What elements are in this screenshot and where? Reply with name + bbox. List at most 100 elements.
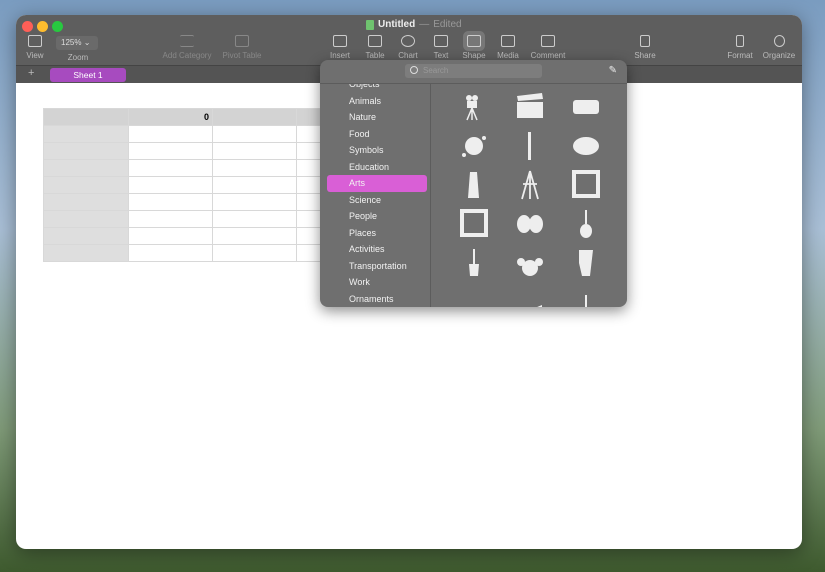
table-cell[interactable]	[212, 176, 297, 194]
label: Organize	[762, 51, 796, 60]
label: Share	[634, 51, 656, 60]
minimize-button[interactable]	[37, 21, 48, 32]
organize-button[interactable]: Organize	[754, 35, 802, 60]
sidebar-icon	[28, 35, 42, 47]
category-item[interactable]: Places	[327, 225, 427, 242]
table-cell[interactable]	[128, 193, 213, 211]
table-cell[interactable]	[212, 142, 297, 160]
category-item[interactable]: Animals	[327, 93, 427, 110]
shape-item[interactable]	[446, 168, 502, 202]
table-cell[interactable]	[128, 125, 213, 143]
category-item[interactable]: Symbols	[327, 142, 427, 159]
row-header[interactable]	[43, 210, 129, 228]
shape-search-input[interactable]: Search	[405, 64, 542, 78]
table-cell[interactable]	[128, 210, 213, 228]
pivot-table-button[interactable]: Pivot Table	[217, 35, 267, 60]
category-item[interactable]: Nature	[327, 109, 427, 126]
shape-item[interactable]	[558, 129, 614, 163]
row-header[interactable]	[43, 227, 129, 245]
shape-item[interactable]	[558, 246, 614, 280]
shape-item[interactable]	[446, 246, 502, 280]
list-icon	[180, 35, 194, 47]
shape-item[interactable]	[502, 90, 558, 124]
theater-masks-icon	[516, 215, 543, 233]
shape-item[interactable]	[558, 285, 614, 307]
shape-item[interactable]	[558, 168, 614, 202]
table-cell[interactable]	[128, 176, 213, 194]
share-icon	[640, 35, 650, 47]
shape-item[interactable]	[446, 129, 502, 163]
category-item[interactable]: Food	[327, 126, 427, 143]
comment-icon	[541, 35, 555, 47]
piano-keyboard-icon	[460, 287, 488, 307]
shape-item[interactable]	[558, 207, 614, 241]
column-header[interactable]	[212, 108, 297, 126]
category-item[interactable]: Transportation	[327, 258, 427, 275]
row-header[interactable]	[43, 125, 129, 143]
zoom-window-button[interactable]	[52, 21, 63, 32]
column-header[interactable]: 0	[128, 108, 213, 126]
sheet-tab[interactable]: Sheet 1	[50, 68, 126, 82]
search-icon	[410, 66, 418, 74]
shape-item[interactable]	[446, 285, 502, 307]
table-cell[interactable]	[212, 244, 297, 262]
shape-item[interactable]	[502, 246, 558, 280]
shape-item[interactable]	[502, 129, 558, 163]
table-cell[interactable]	[128, 159, 213, 177]
shape-grid	[432, 84, 627, 307]
category-item[interactable]: Activities	[327, 241, 427, 258]
electric-guitar-icon	[468, 249, 479, 276]
add-category-button[interactable]: Add Category	[162, 35, 212, 60]
row-header[interactable]	[43, 142, 129, 160]
share-button[interactable]: Share	[620, 35, 670, 60]
add-sheet-button[interactable]: +	[28, 67, 34, 79]
window-title: Untitled — Edited	[366, 19, 462, 30]
category-item[interactable]: Work	[327, 274, 427, 291]
label: Comment	[530, 51, 566, 60]
shape-item[interactable]	[446, 207, 502, 241]
close-button[interactable]	[22, 21, 33, 32]
table-cell[interactable]	[212, 159, 297, 177]
label: Table	[365, 51, 385, 60]
label: Format	[727, 51, 753, 60]
table-cell[interactable]	[212, 193, 297, 211]
category-item[interactable]: Science	[327, 192, 427, 209]
column-header[interactable]	[43, 108, 129, 126]
picture-frame-ornate-icon	[459, 209, 488, 237]
row-header[interactable]	[43, 244, 129, 262]
shape-item[interactable]	[446, 90, 502, 124]
table-cell[interactable]	[212, 227, 297, 245]
category-item[interactable]: People	[327, 208, 427, 225]
table-cell[interactable]	[212, 210, 297, 228]
shape-item[interactable]	[502, 285, 558, 307]
chart-icon	[401, 35, 415, 47]
category-item[interactable]: Education	[327, 159, 427, 176]
palette-icon	[572, 137, 599, 155]
row-header[interactable]	[43, 159, 129, 177]
grand-piano-icon	[536, 305, 542, 307]
category-item[interactable]: Arts	[327, 175, 427, 192]
shape-item[interactable]	[502, 168, 558, 202]
table-cell[interactable]	[128, 142, 213, 160]
zoom-select[interactable]: 125% ⌄	[56, 36, 98, 50]
comment-button[interactable]: Comment	[523, 35, 573, 60]
table-cell[interactable]	[212, 125, 297, 143]
category-item[interactable]: Objects	[327, 84, 427, 93]
table-cell[interactable]	[128, 227, 213, 245]
zoom-value: 125%	[61, 38, 82, 47]
draw-pen-icon[interactable]: ✎	[609, 65, 617, 76]
shape-item[interactable]	[502, 207, 558, 241]
row-header[interactable]	[43, 176, 129, 194]
shape-item[interactable]	[558, 90, 614, 124]
shapes-popover: Search ✎ Objects Animals Nature Food Symbols…	[320, 60, 627, 307]
shape-category-list[interactable]: Objects Animals Nature Food Symbols Education…	[320, 84, 431, 307]
label: Chart	[398, 51, 418, 60]
table-cell[interactable]	[128, 244, 213, 262]
row-header[interactable]	[43, 193, 129, 211]
category-item[interactable]: Ornaments	[327, 291, 427, 308]
table-icon	[368, 35, 382, 47]
zoom-label: Zoom	[53, 53, 103, 62]
search-placeholder: Search	[423, 66, 449, 75]
label: Zoom	[67, 53, 89, 62]
document-icon	[366, 19, 374, 30]
